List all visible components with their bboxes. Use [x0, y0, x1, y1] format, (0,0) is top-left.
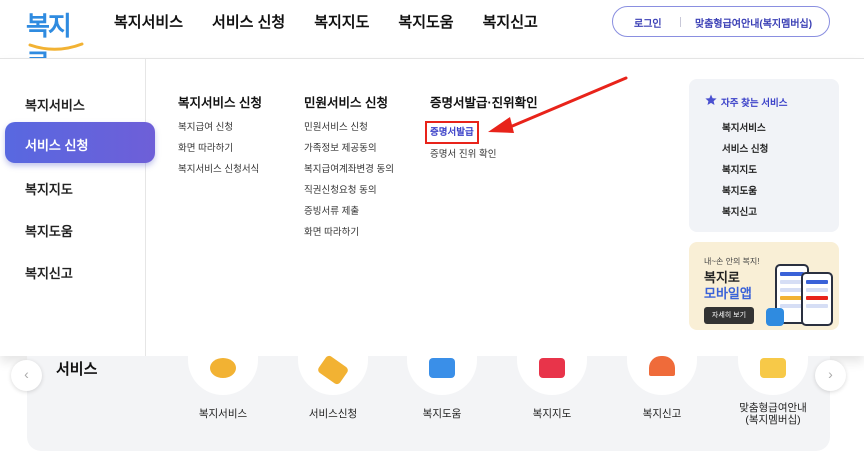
gnb-welfare-service[interactable]: 복지서비스 — [114, 14, 183, 32]
favorite-list: 복지서비스 서비스 신청 복지지도 복지도움 복지신고 — [722, 120, 768, 225]
building-icon — [539, 358, 565, 378]
prev-button[interactable]: ‹ — [11, 360, 42, 391]
favorite-item[interactable]: 복지지도 — [722, 162, 768, 183]
util-box: 로그인 맞춤형급여안내(복지멤버십) — [612, 6, 830, 37]
hand-icon — [316, 354, 350, 386]
mega-left-menu: 복지서비스 서비스 신청 복지지도 복지도움 복지신고 — [0, 59, 155, 357]
service-label: 서비스신청 — [308, 408, 358, 420]
favorite-item[interactable]: 복지신고 — [722, 204, 768, 225]
service-section-title: 서비스 — [56, 361, 98, 378]
promo-title-line2: 모바일앱 — [704, 286, 752, 301]
util-divider — [680, 17, 681, 27]
service-label: 복지지도 — [532, 408, 572, 420]
left-menu-welfare-map[interactable]: 복지지도 — [25, 179, 73, 198]
logo[interactable]: 복지로 — [26, 6, 86, 79]
phone-illustration — [801, 272, 833, 326]
chat-icon — [429, 358, 455, 378]
link-submit-documents[interactable]: 증빙서류 제출 — [304, 206, 394, 217]
membership-card-icon — [760, 358, 786, 378]
promo-tagline: 내~손 안의 복지! — [704, 257, 760, 266]
left-menu-welfare-report[interactable]: 복지신고 — [25, 263, 73, 282]
logo-swoosh-icon — [28, 42, 84, 51]
custom-benefit-guide-link[interactable]: 맞춤형급여안내(복지멤버십) — [695, 15, 812, 30]
left-menu-welfare-service[interactable]: 복지서비스 — [25, 95, 85, 114]
login-link[interactable]: 로그인 — [634, 15, 662, 30]
person-icon — [210, 358, 236, 378]
global-nav: 복지서비스 서비스 신청 복지지도 복지도움 복지신고 — [114, 14, 567, 32]
favorite-title: 자주 찾는 서비스 — [721, 98, 788, 109]
link-family-info-consent[interactable]: 가족정보 제공동의 — [304, 143, 394, 154]
column-welfare-apply: 복지서비스 신청 복지급여 신청 화면 따라하기 복지서비스 신청서식 — [178, 95, 262, 185]
column-title: 복지서비스 신청 — [178, 96, 262, 110]
service-label: 복지도움 — [422, 408, 462, 420]
gnb-service-apply[interactable]: 서비스 신청 — [212, 14, 285, 32]
column-civil-apply: 민원서비스 신청 민원서비스 신청 가족정보 제공동의 복지급여계좌변경 동의 … — [304, 95, 394, 248]
link-certificate-verify[interactable]: 증명서 진위 확인 — [430, 149, 538, 160]
column-title: 민원서비스 신청 — [304, 96, 388, 110]
service-label: 복지서비스 — [198, 408, 248, 420]
left-menu-service-apply-active[interactable]: 서비스 신청 — [5, 122, 155, 163]
header: 복지로 복지서비스 서비스 신청 복지지도 복지도움 복지신고 로그인 맞춤형급… — [0, 0, 864, 79]
favorite-services-box: 자주 찾는 서비스 복지서비스 서비스 신청 복지지도 복지도움 복지신고 — [689, 79, 839, 232]
mobile-app-promo[interactable]: 내~손 안의 복지! 복지로 모바일앱 자세히 보기 — [689, 242, 839, 330]
favorite-item[interactable]: 복지도움 — [722, 183, 768, 204]
service-label: 복지신고 — [642, 408, 682, 420]
favorite-item[interactable]: 복지서비스 — [722, 120, 768, 141]
link-apply-forms[interactable]: 복지서비스 신청서식 — [178, 164, 262, 175]
link-ex-officio-consent[interactable]: 직권신청요청 동의 — [304, 185, 394, 196]
favorite-item[interactable]: 서비스 신청 — [722, 141, 768, 162]
link-welfare-benefit-apply[interactable]: 복지급여 신청 — [178, 122, 262, 133]
link-certificate-issue-highlighted[interactable]: 증명서발급 — [425, 121, 479, 144]
service-label: 맞춤형급여안내 (복지멤버십) — [739, 402, 807, 426]
gnb-welfare-help[interactable]: 복지도움 — [398, 14, 453, 32]
siren-icon — [649, 356, 675, 376]
next-button[interactable]: › — [815, 360, 846, 391]
left-menu-welfare-help[interactable]: 복지도움 — [25, 221, 73, 240]
app-icon — [766, 308, 784, 326]
gnb-welfare-report[interactable]: 복지신고 — [483, 14, 538, 32]
gnb-welfare-map[interactable]: 복지지도 — [314, 14, 369, 32]
link-screen-guide-civil[interactable]: 화면 따라하기 — [304, 227, 394, 238]
star-icon — [705, 94, 717, 105]
annotation-arrow-icon — [488, 76, 628, 133]
promo-detail-button[interactable]: 자세히 보기 — [704, 307, 754, 324]
link-civil-service-apply[interactable]: 민원서비스 신청 — [304, 122, 394, 133]
mega-menu: 복지서비스 서비스 신청 복지지도 복지도움 복지신고 복지서비스 신청 복지급… — [0, 58, 864, 357]
link-account-change-consent[interactable]: 복지급여계좌변경 동의 — [304, 164, 394, 175]
left-menu-active-label: 서비스 신청 — [25, 138, 89, 153]
link-screen-guide[interactable]: 화면 따라하기 — [178, 143, 262, 154]
